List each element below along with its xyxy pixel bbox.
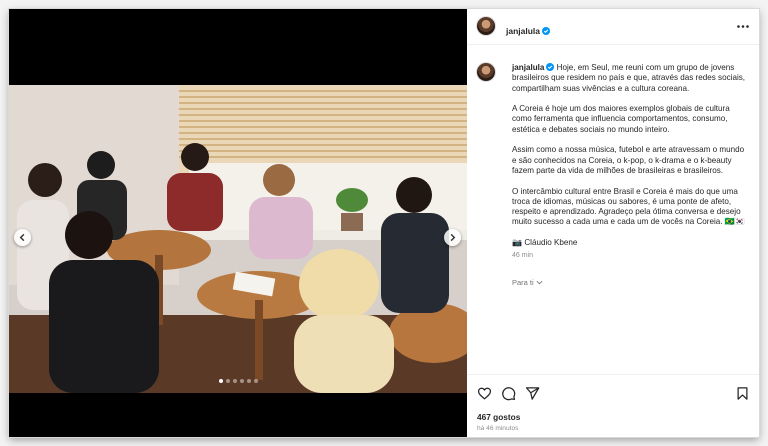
caption-paragraph: Assim como a nossa música, futebol e art… xyxy=(512,145,745,175)
caption-timestamp: 46 min xyxy=(512,252,534,260)
send-icon[interactable] xyxy=(525,386,540,401)
bookmark-icon[interactable] xyxy=(735,386,750,401)
caption-paragraph: A Coreia é hoje um dos maiores exemplos … xyxy=(512,104,730,134)
author-line: janjalula xyxy=(506,21,551,39)
chevron-left-icon xyxy=(19,233,25,242)
more-options-button[interactable] xyxy=(736,20,750,32)
post-modal: janjalula janjalula Hoje, em Seul, me re… xyxy=(9,9,759,437)
chevron-down-icon xyxy=(536,280,543,285)
carousel-dot[interactable] xyxy=(253,379,258,383)
post-photo xyxy=(9,85,467,393)
carousel-dot[interactable] xyxy=(232,379,237,383)
author-username[interactable]: janjalula xyxy=(506,26,540,36)
carousel-dot[interactable] xyxy=(246,379,251,383)
carousel-next-button[interactable] xyxy=(444,229,461,246)
post-header: janjalula xyxy=(467,9,759,45)
carousel-indicator xyxy=(9,379,467,383)
comment-icon[interactable] xyxy=(501,386,516,401)
post-media xyxy=(9,9,467,437)
post-timestamp[interactable]: há 46 minutos xyxy=(477,425,518,432)
carousel-dot[interactable] xyxy=(225,379,230,383)
heart-icon[interactable] xyxy=(477,386,492,401)
carousel-dot[interactable] xyxy=(239,379,244,383)
avatar[interactable] xyxy=(477,63,495,81)
more-options-icon xyxy=(737,24,749,28)
caption-paragraph: janjalula Hoje, em Seul, me reuni com um… xyxy=(512,63,750,94)
comments-area: janjalula Hoje, em Seul, me reuni com um… xyxy=(467,45,759,363)
chevron-right-icon xyxy=(450,233,456,242)
translate-toggle[interactable]: Para ti xyxy=(512,278,750,288)
post-caption: janjalula Hoje, em Seul, me reuni com um… xyxy=(512,63,750,288)
translate-label: Para ti xyxy=(512,277,534,287)
caption-username[interactable]: janjalula xyxy=(512,63,544,72)
carousel-dot[interactable] xyxy=(218,379,223,383)
avatar[interactable] xyxy=(477,17,495,35)
like-count[interactable]: 467 gostos xyxy=(477,412,520,422)
caption-paragraph: O intercâmbio cultural entre Brasil e Co… xyxy=(512,186,745,227)
carousel-prev-button[interactable] xyxy=(14,229,31,246)
photo-credit: 📷 Cláudio Kbene xyxy=(512,238,578,248)
verified-badge-icon xyxy=(546,63,555,71)
post-actions: 467 gostos há 46 minutos xyxy=(467,374,759,438)
post-details-panel: janjalula janjalula Hoje, em Seul, me re… xyxy=(467,9,759,437)
verified-badge-icon xyxy=(542,27,551,35)
photo-illustration xyxy=(9,85,467,393)
